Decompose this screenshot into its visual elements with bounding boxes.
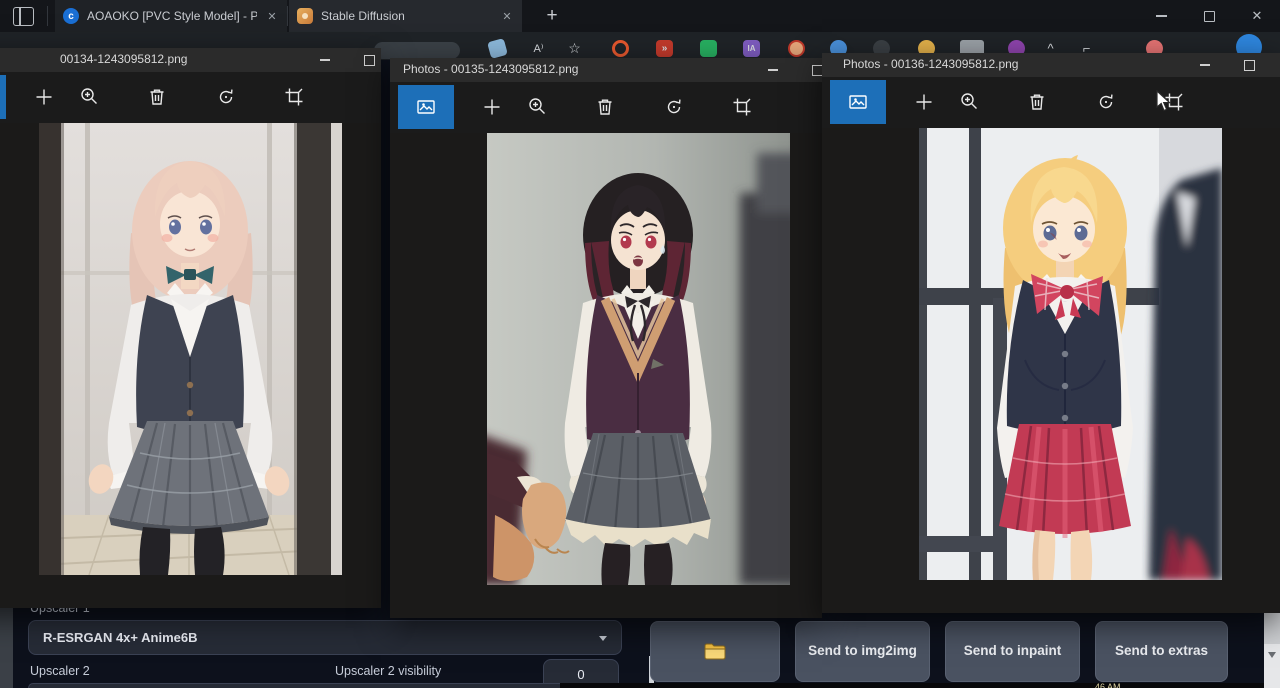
delete-button[interactable] [139, 79, 175, 115]
open-folder-button[interactable] [650, 621, 780, 682]
minimize-button[interactable] [1194, 53, 1216, 77]
stable-diffusion-favicon [297, 8, 313, 24]
add-button[interactable] [906, 84, 942, 120]
tab-stable-diffusion[interactable]: Stable Diffusion ✕ [289, 0, 522, 32]
photo-gallery-icon [415, 96, 437, 118]
photos-toolbar [0, 72, 381, 123]
upscaler2-visibility-label: Upscaler 2 visibility [335, 664, 441, 678]
photos-window-00134: 00134-1243095812.png [0, 48, 381, 608]
tab-civitai[interactable]: c AOAOKO [PVC Style Model] - PV ✕ [55, 0, 287, 32]
desktop: c AOAOKO [PVC Style Model] - PV ✕ Stable… [0, 0, 1280, 688]
see-all-photos-button[interactable] [0, 75, 6, 119]
photos-window-00136: Photos - 00136-1243095812.png [822, 53, 1280, 613]
window-title: Photos - 00136-1243095812.png [843, 57, 1018, 71]
address-bar[interactable] [374, 42, 460, 59]
photos-window-00135: Photos - 00135-1243095812.png [390, 58, 822, 618]
panel-toggle-icon[interactable] [13, 7, 34, 26]
tab-separator [287, 6, 288, 26]
crop-button[interactable] [724, 89, 760, 125]
extension-icon[interactable] [612, 40, 629, 57]
send-to-extras-button[interactable]: Send to extras [1095, 621, 1228, 682]
tab-title: AOAOKO [PVC Style Model] - PV [87, 9, 257, 23]
read-aloud-icon[interactable]: A⁾ [530, 40, 547, 57]
extension-icon[interactable]: IA [743, 40, 760, 57]
browser-tab-bar: c AOAOKO [PVC Style Model] - PV ✕ Stable… [0, 0, 1280, 32]
crop-button[interactable] [276, 79, 312, 115]
page-scrollbar[interactable] [1264, 606, 1280, 688]
see-all-photos-button[interactable] [830, 80, 886, 124]
zoom-in-button[interactable] [72, 79, 108, 115]
title-bar[interactable]: 00134-1243095812.png [0, 48, 381, 72]
title-bar[interactable]: Photos - 00135-1243095812.png [390, 58, 822, 82]
browser-close-button[interactable]: ✕ [1240, 0, 1274, 32]
window-title: 00134-1243095812.png [60, 52, 187, 66]
maximize-button[interactable] [1238, 53, 1260, 77]
extension-icon[interactable] [700, 40, 717, 57]
minimize-button[interactable] [314, 48, 336, 72]
upscaler1-value: R-ESRGAN 4x+ Anime6B [29, 621, 621, 654]
add-button[interactable] [26, 79, 62, 115]
civitai-favicon: c [63, 8, 79, 24]
window-title: Photos - 00135-1243095812.png [403, 62, 578, 76]
photo-image-00136 [919, 128, 1222, 580]
rotate-button[interactable] [656, 89, 692, 125]
zoom-in-button[interactable] [952, 84, 988, 120]
extension-icon[interactable] [788, 40, 805, 57]
mouse-cursor [1156, 90, 1172, 117]
new-tab-button[interactable]: + [540, 4, 564, 28]
send-to-inpaint-button[interactable]: Send to inpaint [945, 621, 1080, 682]
tab-separator [47, 6, 48, 26]
browser-restore-button[interactable] [1192, 0, 1226, 32]
chevron-down-icon [599, 636, 607, 641]
photo-image-00134 [39, 123, 342, 575]
tab-close-icon[interactable]: ✕ [500, 10, 514, 23]
upscaler2-dropdown[interactable] [28, 683, 580, 688]
tab-title: Stable Diffusion [321, 9, 492, 23]
extension-icon[interactable]: » [656, 40, 673, 57]
taskbar-edge: 46 AM [560, 683, 1264, 688]
folder-icon [704, 643, 726, 661]
scroll-down-icon[interactable] [1268, 652, 1276, 658]
upscaler1-dropdown[interactable]: R-ESRGAN 4x+ Anime6B [28, 620, 622, 655]
see-all-photos-button[interactable] [398, 85, 454, 129]
browser-minimize-button[interactable] [1144, 0, 1178, 32]
maximize-button[interactable] [358, 48, 380, 72]
zoom-in-button[interactable] [520, 89, 556, 125]
delete-button[interactable] [587, 89, 623, 125]
add-button[interactable] [474, 89, 510, 125]
rotate-button[interactable] [1088, 84, 1124, 120]
delete-button[interactable] [1019, 84, 1055, 120]
upscaler2-label: Upscaler 2 [30, 664, 90, 678]
title-bar[interactable]: Photos - 00136-1243095812.png [822, 53, 1280, 77]
maximize-button[interactable] [806, 58, 822, 82]
rotate-button[interactable] [208, 79, 244, 115]
photo-image-00135 [487, 133, 790, 585]
photos-toolbar [822, 77, 1280, 128]
tab-close-icon[interactable]: ✕ [265, 10, 279, 23]
photo-gallery-icon [847, 91, 869, 113]
clock-fragment: 46 AM [1095, 683, 1121, 688]
minimize-button[interactable] [762, 58, 784, 82]
send-to-img2img-button[interactable]: Send to img2img [795, 621, 930, 682]
star-icon[interactable]: ☆ [566, 40, 583, 57]
photos-toolbar [390, 82, 822, 133]
